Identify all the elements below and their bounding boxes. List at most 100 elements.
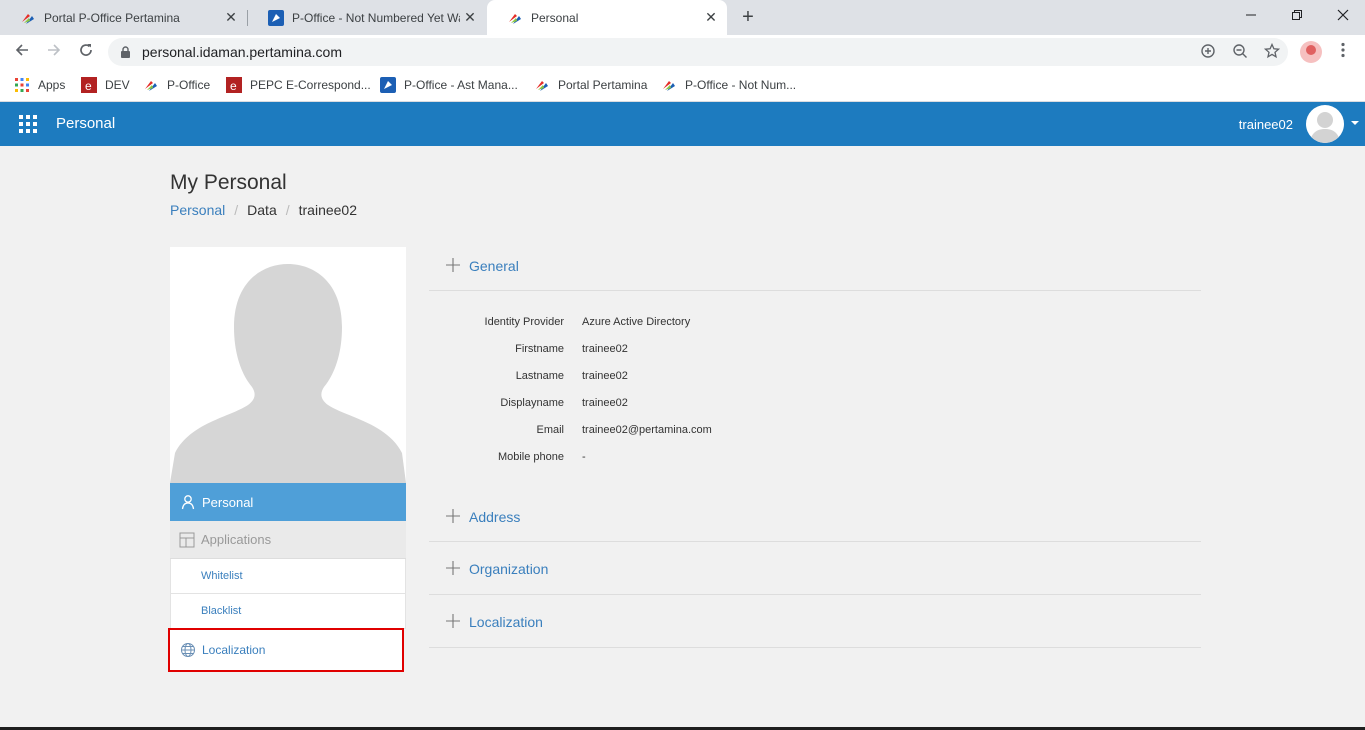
- svg-text:e: e: [85, 79, 92, 93]
- breadcrumb-separator: /: [234, 202, 239, 218]
- section-title: General: [469, 258, 519, 274]
- add-circle-icon[interactable]: [1199, 43, 1217, 61]
- field-value: Azure Active Directory: [582, 316, 691, 328]
- sidebar-item-blacklist[interactable]: Blacklist: [170, 594, 406, 629]
- url-text[interactable]: personal.idaman.pertamina.com: [142, 44, 342, 60]
- breadcrumb-personal[interactable]: Personal: [170, 202, 225, 218]
- forward-arrow-icon[interactable]: [44, 42, 64, 62]
- sidebar-item-label: Whitelist: [201, 570, 243, 582]
- p-office-icon: [380, 77, 396, 93]
- apps-grid-icon: [15, 78, 29, 92]
- browser-tab-personal[interactable]: Personal ✕: [487, 0, 727, 35]
- tab-title: P-Office - Not Numbered Yet Wa: [292, 10, 460, 25]
- username-label[interactable]: trainee02: [1239, 117, 1293, 132]
- reload-icon[interactable]: [76, 42, 96, 62]
- sidebar-item-personal[interactable]: Personal: [170, 483, 406, 521]
- close-window-icon[interactable]: [1333, 6, 1353, 26]
- page-title: My Personal: [170, 171, 287, 194]
- browser-toolbar: personal.idaman.pertamina.com: [0, 35, 1365, 69]
- section-title: Localization: [469, 614, 543, 630]
- tab-title: Personal: [531, 10, 579, 25]
- app-launcher-grid-icon[interactable]: [19, 115, 37, 133]
- bookmark-portal-pertamina[interactable]: Portal Pertamina: [534, 77, 647, 93]
- field-label: Lastname: [515, 370, 564, 382]
- section-general[interactable]: General: [429, 247, 1201, 291]
- profile-photo: [170, 247, 406, 483]
- bookmark-label: P-Office - Ast Mana...: [404, 78, 518, 92]
- pertamina-logo-icon: [509, 13, 521, 24]
- pertamina-logo-icon: [22, 13, 34, 24]
- minimize-icon[interactable]: [1241, 6, 1261, 26]
- browser-tab-bar: Portal P-Office Pertamina ✕ P-Office - N…: [0, 0, 1365, 35]
- tab-title: Portal P-Office Pertamina: [44, 10, 180, 25]
- breadcrumb-user: trainee02: [298, 202, 358, 218]
- sidebar-item-applications[interactable]: Applications: [170, 521, 406, 559]
- close-tab-icon[interactable]: ✕: [223, 9, 239, 25]
- plus-icon: [446, 258, 460, 272]
- section-address[interactable]: Address: [429, 494, 1201, 542]
- back-arrow-icon[interactable]: [12, 42, 32, 62]
- user-avatar[interactable]: [1306, 105, 1344, 143]
- plus-icon: [446, 509, 460, 523]
- p-office-icon: [268, 9, 284, 26]
- lock-icon: [121, 46, 130, 58]
- new-tab-icon[interactable]: +: [737, 7, 759, 29]
- e-icon: e: [81, 77, 97, 93]
- bookmark-apps[interactable]: Apps: [14, 77, 65, 93]
- field-value: trainee02: [582, 343, 628, 355]
- bookmarks-bar: Apps e DEV P-Office e PEPC E-Correspond.…: [0, 69, 1365, 102]
- browser-tab-p-office[interactable]: P-Office - Not Numbered Yet Wa ✕: [248, 0, 486, 35]
- svg-text:e: e: [230, 79, 237, 93]
- globe-icon: [181, 643, 195, 657]
- bookmark-p-office-ast[interactable]: P-Office - Ast Mana...: [380, 77, 518, 93]
- pertamina-logo-icon: [145, 81, 157, 91]
- bookmark-label: Apps: [38, 78, 66, 92]
- sidebar-item-label: Applications: [201, 532, 272, 547]
- bookmark-label: Portal Pertamina: [558, 78, 648, 92]
- layout-panels-icon: [179, 532, 195, 547]
- bookmark-star-icon[interactable]: [1263, 42, 1281, 61]
- field-value: trainee02@pertamina.com: [582, 424, 712, 436]
- user-silhouette-icon: [1310, 112, 1340, 143]
- bookmark-dev[interactable]: e DEV: [81, 77, 130, 93]
- zoom-out-icon[interactable]: [1231, 43, 1249, 61]
- profile-silhouette-icon: [170, 264, 406, 483]
- field-label: Displayname: [500, 397, 564, 409]
- profile-avatar-icon[interactable]: [1300, 41, 1322, 63]
- breadcrumb: Personal / Data / trainee02: [170, 202, 357, 218]
- section-localization[interactable]: Localization: [429, 595, 1201, 648]
- user-menu-caret-icon[interactable]: [1351, 121, 1359, 125]
- field-value: -: [582, 451, 586, 463]
- address-bar[interactable]: personal.idaman.pertamina.com: [108, 38, 1288, 66]
- sidebar-item-localization[interactable]: Localization: [168, 628, 404, 672]
- plus-icon: [446, 614, 460, 628]
- browser-tab-portal[interactable]: Portal P-Office Pertamina ✕: [0, 0, 247, 35]
- plus-icon: [446, 561, 460, 575]
- field-label: Mobile phone: [497, 451, 564, 463]
- bookmark-label: P-Office: [167, 78, 211, 92]
- restore-icon[interactable]: [1287, 6, 1307, 26]
- app-name: Personal: [56, 115, 116, 132]
- field-label: Firstname: [515, 343, 564, 355]
- bookmark-label: P-Office - Not Num...: [685, 78, 797, 92]
- pertamina-logo-icon: [663, 81, 675, 91]
- bookmark-p-office-not-num[interactable]: P-Office - Not Num...: [661, 77, 796, 93]
- field-label: Email: [536, 424, 564, 436]
- bookmark-p-office[interactable]: P-Office: [143, 77, 210, 93]
- sidebar-item-label: Personal: [202, 494, 254, 510]
- more-menu-icon[interactable]: [1336, 42, 1350, 62]
- close-tab-icon[interactable]: ✕: [462, 9, 478, 25]
- sidebar-item-whitelist[interactable]: Whitelist: [170, 559, 406, 594]
- user-icon: [181, 495, 195, 510]
- sidebar-item-label: Localization: [202, 643, 266, 657]
- e-icon: e: [226, 77, 242, 93]
- breadcrumb-data: Data: [247, 202, 277, 218]
- bookmark-label: DEV: [105, 78, 130, 92]
- close-tab-icon[interactable]: ✕: [703, 9, 719, 25]
- section-title: Address: [469, 509, 521, 525]
- section-organization[interactable]: Organization: [429, 542, 1201, 595]
- bookmark-pepc[interactable]: e PEPC E-Correspond...: [226, 77, 371, 93]
- breadcrumb-separator: /: [285, 202, 290, 218]
- app-header: Personal trainee02: [0, 102, 1365, 146]
- bookmark-label: PEPC E-Correspond...: [250, 78, 371, 92]
